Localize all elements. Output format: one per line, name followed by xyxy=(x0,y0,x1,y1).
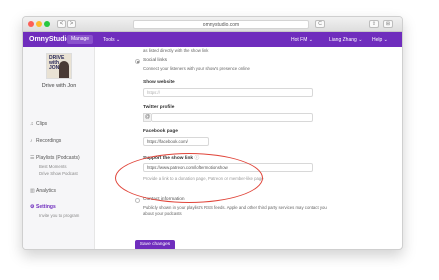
contact-info-radio[interactable] xyxy=(135,198,140,203)
contact-info-description: Publicly shown in your playlist's RSS fe… xyxy=(143,205,327,210)
section-intro-tail: as listed directly with the show link xyxy=(143,48,209,53)
contact-info-description-cont: about your podcasts xyxy=(143,211,182,216)
app-header: OmnyStudio Manage Tools ⌄ Hot FM ⌄ Liang… xyxy=(23,32,402,47)
sidebar-item-settings[interactable]: ⚙ Settings xyxy=(30,204,56,210)
social-links-title: Social links xyxy=(143,58,167,63)
twitter-at-prefix: @ xyxy=(143,113,151,122)
sidebar-item-label: Playlists (Podcasts) xyxy=(36,155,80,161)
sidebar-subitem-drive-show-podcast[interactable]: Drive Show Podcast xyxy=(39,171,78,176)
twitter-profile-input[interactable] xyxy=(151,113,313,122)
maximize-window-button[interactable] xyxy=(44,21,50,27)
forward-button[interactable]: > xyxy=(67,20,76,28)
social-links-radio[interactable] xyxy=(135,59,140,64)
show-website-input[interactable]: https:// xyxy=(143,88,313,97)
show-cover-art[interactable]: DRIVE with JON xyxy=(46,53,72,79)
cover-person-image xyxy=(59,61,69,78)
facebook-page-label: Facebook page xyxy=(143,129,178,134)
sidebar: DRIVE with JON Drive with Jon ♫ Clips ♪ Re… xyxy=(23,47,95,249)
brand-logo[interactable]: OmnyStudio xyxy=(29,36,71,43)
show-website-label: Show website xyxy=(143,80,175,85)
sidebar-item-label: Analytics xyxy=(36,188,57,194)
tools-menu-button[interactable]: Tools ⌄ xyxy=(103,37,120,43)
sidebar-item-playlists[interactable]: ☰ Playlists (Podcasts) xyxy=(30,155,80,161)
settings-form: as listed directly with the show link So… xyxy=(95,47,402,249)
facebook-page-input[interactable]: https://facebook.com/ xyxy=(143,137,209,146)
network-menu-button[interactable]: Hot FM ⌄ xyxy=(291,37,313,43)
sidebar-subitem-invite[interactable]: Invite you to program xyxy=(39,213,79,218)
sidebar-item-label: Recordings xyxy=(36,138,62,144)
address-bar[interactable]: omnystudio.com xyxy=(133,20,309,29)
sidebar-item-recordings[interactable]: ♪ Recordings xyxy=(30,138,61,144)
user-menu-button[interactable]: Liang Zhang ⌄ xyxy=(329,37,362,43)
back-button[interactable]: < xyxy=(57,20,66,28)
help-menu-button[interactable]: Help ⌄ xyxy=(372,37,388,43)
reload-button[interactable]: C xyxy=(315,20,325,28)
sidebar-item-label: Settings xyxy=(36,204,56,210)
sidebar-item-label: Clips xyxy=(36,121,48,127)
manage-menu-button[interactable]: Manage xyxy=(67,35,94,44)
sidebar-subitem-best-moments[interactable]: Best Moments xyxy=(39,164,66,169)
twitter-profile-label: Twitter profile xyxy=(143,105,175,110)
minimize-window-button[interactable] xyxy=(36,21,42,27)
save-changes-button[interactable]: Save changes xyxy=(135,240,175,249)
show-name: Drive with Jon xyxy=(41,83,77,89)
highlight-circle-annotation xyxy=(115,153,263,203)
close-window-button[interactable] xyxy=(28,21,34,27)
tabs-button[interactable]: ⊞ xyxy=(383,20,393,28)
share-button[interactable]: ⇪ xyxy=(369,20,379,28)
browser-toolbar: < > omnystudio.com C ⇪ ⊞ xyxy=(23,17,402,32)
sidebar-item-analytics[interactable]: ▥Analytics xyxy=(30,188,56,194)
browser-window: < > omnystudio.com C ⇪ ⊞ OmnyStudio Mana… xyxy=(22,16,403,250)
social-links-description: Connect your listeners with your show's … xyxy=(143,66,250,71)
sidebar-item-clips[interactable]: ♫ Clips xyxy=(30,121,47,127)
